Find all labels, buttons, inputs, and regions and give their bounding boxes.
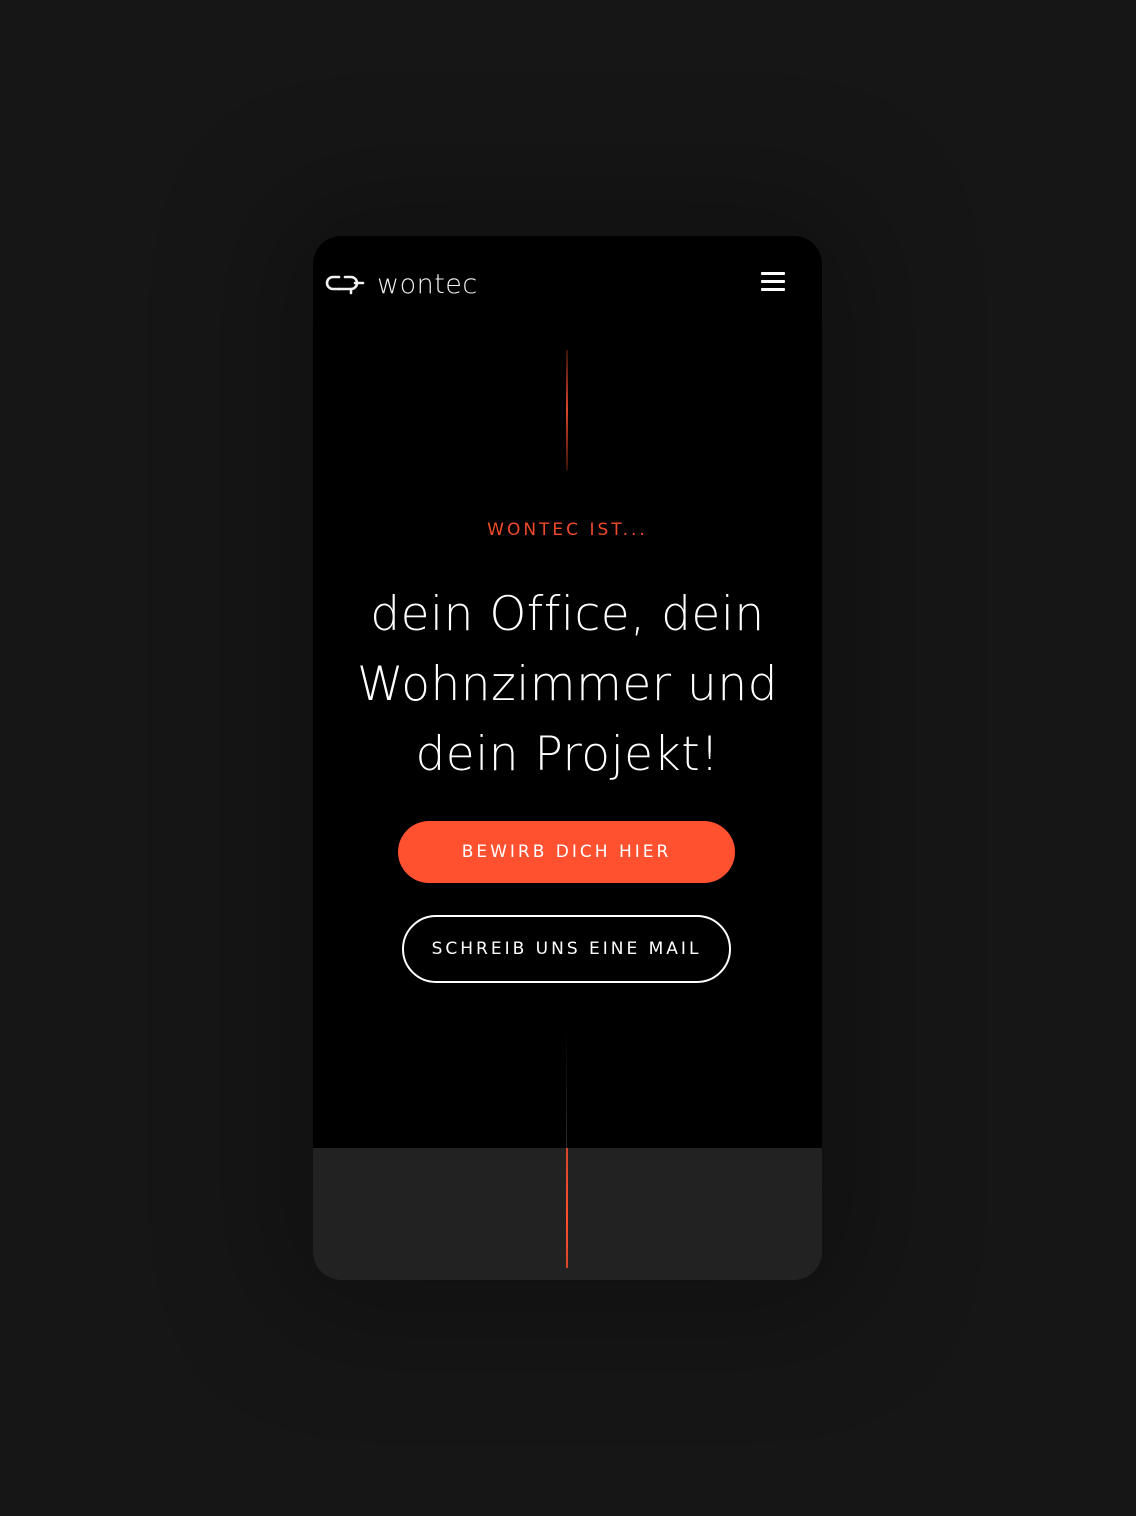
hero-headline: dein Office, dein Wohnzimmer und dein Pr… (333, 580, 802, 790)
site-header: wontec (313, 236, 822, 336)
decorative-accent-line-top (566, 350, 568, 470)
wontec-chain-logo-icon (325, 275, 365, 295)
email-us-button[interactable]: SCHREIB UNS EINE MAIL (402, 915, 731, 983)
mobile-viewport: wontec WONTEC IST... dein Office, dein W… (313, 236, 822, 1280)
brand-logo-link[interactable]: wontec (325, 270, 478, 300)
hero-eyebrow: WONTEC IST... (487, 520, 648, 540)
apply-button[interactable]: BEWIRB DICH HIER (398, 821, 735, 883)
decorative-accent-line-bottom (566, 1148, 568, 1268)
hero-headline-line-2: Wohnzimmer und (357, 657, 778, 712)
hero-headline-line-1: dein Office, dein (370, 587, 765, 642)
decorative-divider-line (566, 1026, 567, 1148)
next-section-panel (313, 1148, 822, 1280)
brand-name: wontec (377, 269, 478, 300)
hamburger-menu-icon[interactable] (759, 270, 787, 294)
hero-headline-line-3: dein Projekt! (415, 727, 720, 782)
screenshot-canvas: wontec WONTEC IST... dein Office, dein W… (0, 0, 1136, 1516)
